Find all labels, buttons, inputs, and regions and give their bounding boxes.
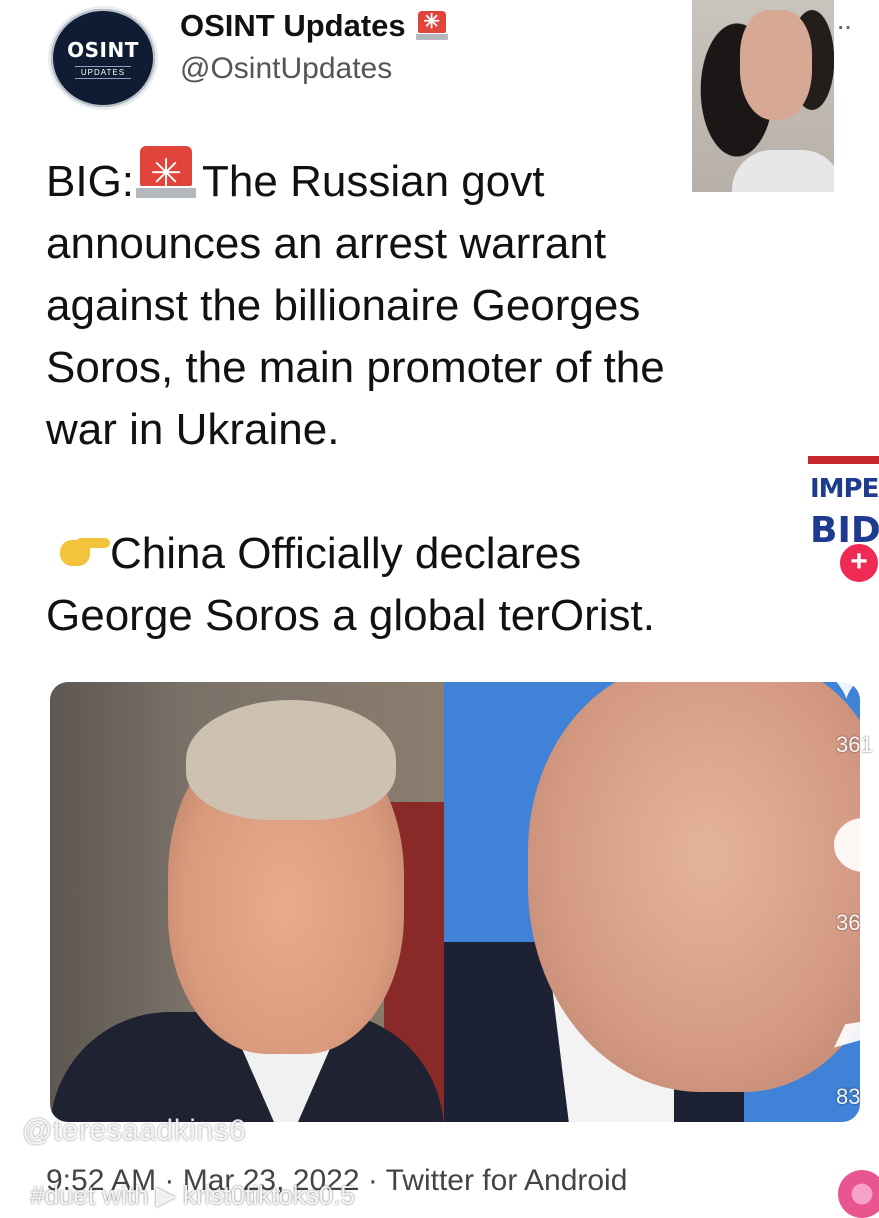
creator-watermark: @teresaadkins6 xyxy=(22,1114,247,1147)
share-icon[interactable] xyxy=(826,1000,879,1070)
avatar-logo-subtext: UPDATES xyxy=(74,65,132,79)
pointing-hand-icon xyxy=(46,534,110,570)
like-count: 361 xyxy=(836,732,873,757)
duet-caption[interactable]: #duet with ▶ krist0tiktoks0.5 xyxy=(30,1180,355,1211)
avatar-logo-text: OSINT xyxy=(67,37,139,62)
tweet-line-1: BIG:The Russian govt xyxy=(46,143,806,213)
tweet-text: BIG:The Russian govt announces an arrest… xyxy=(46,143,806,647)
tweet-image[interactable] xyxy=(50,682,860,1122)
tweet-line-5: war in Ukraine. xyxy=(46,405,340,454)
display-name-row[interactable]: OSINT Updates xyxy=(180,8,448,44)
tweet-line-4: Soros, the main promoter of the xyxy=(46,343,665,392)
sticker-line-1: IMPEA xyxy=(810,474,879,504)
tweet-image-right xyxy=(444,682,860,1122)
more-options-icon[interactable]: ·· xyxy=(836,10,853,42)
account-avatar[interactable]: OSINT UPDATES xyxy=(48,6,158,110)
tweet-line-2: announces an arrest warrant xyxy=(46,219,607,268)
comment-count: 36 xyxy=(836,910,861,935)
comment-icon[interactable] xyxy=(826,812,879,882)
display-name[interactable]: OSINT Updates xyxy=(180,8,406,44)
tweet-line-3: against the billionaire Georges xyxy=(46,281,641,330)
account-handle[interactable]: @OsintUpdates xyxy=(180,52,392,86)
tweet-line-6: China Officially declares xyxy=(46,523,806,585)
follow-plus-button[interactable]: + xyxy=(838,542,879,584)
share-count: 83 xyxy=(836,1084,861,1109)
music-disc-icon[interactable] xyxy=(838,1170,879,1218)
siren-icon xyxy=(415,9,448,41)
heart-icon[interactable] xyxy=(826,640,879,710)
tweet-image-left xyxy=(50,682,444,1122)
siren-icon xyxy=(136,143,197,205)
tweet-line-7: George Soros a global terOrist. xyxy=(46,591,655,640)
